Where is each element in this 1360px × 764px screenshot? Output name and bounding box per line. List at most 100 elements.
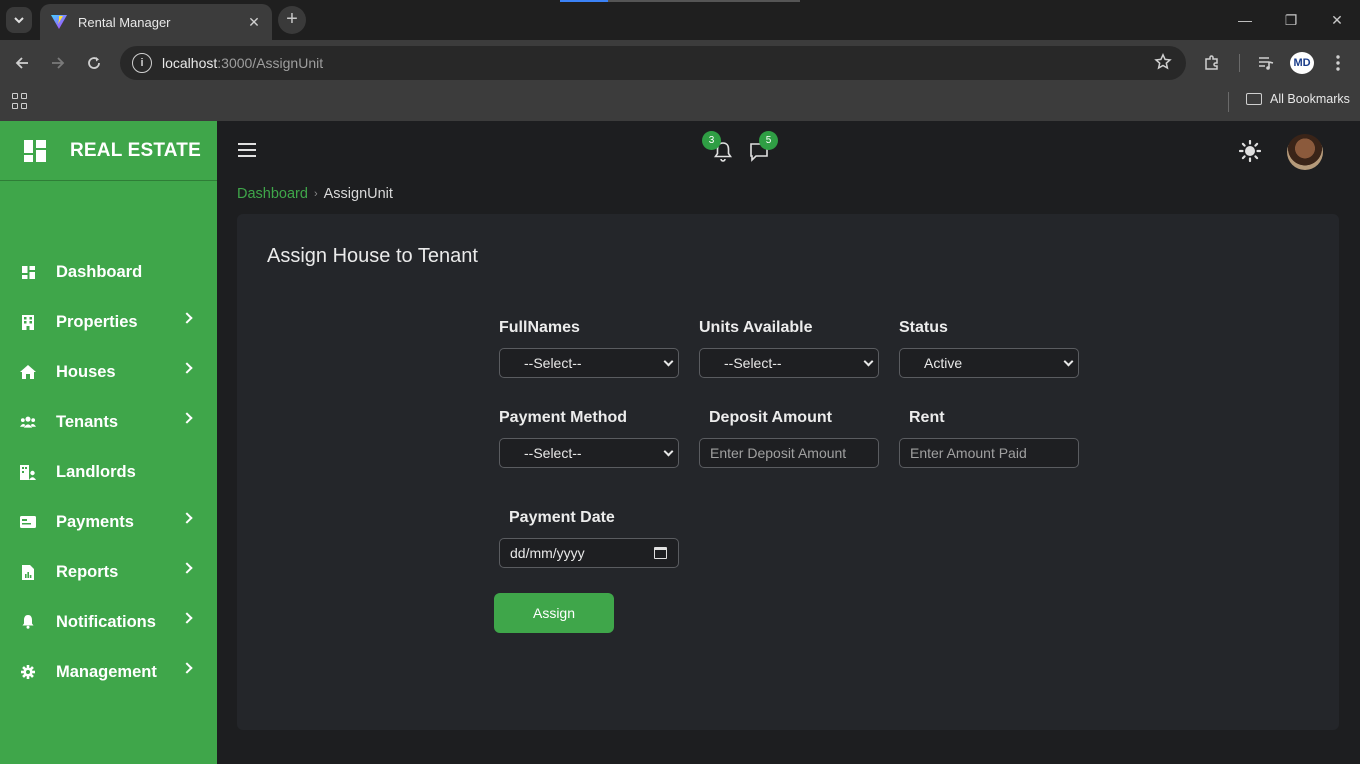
payment-date-input[interactable]: dd/mm/yyyy — [499, 538, 679, 568]
chevron-down-icon — [663, 356, 674, 367]
tab-title: Rental Manager — [78, 14, 171, 30]
message-count-badge: 5 — [759, 131, 778, 150]
site-info-icon[interactable]: i — [132, 53, 152, 73]
sidebar-item-label: Landlords — [56, 462, 136, 481]
bell-icon — [20, 614, 36, 630]
calendar-icon[interactable] — [654, 547, 667, 559]
fullnames-select[interactable]: --Select-- — [499, 348, 679, 378]
sidebar-item-management[interactable]: Management — [0, 647, 217, 697]
report-icon — [20, 564, 36, 580]
sidebar-item-properties[interactable]: Properties — [0, 297, 217, 347]
sidebar-item-label: Notifications — [56, 612, 156, 631]
brand[interactable]: REAL ESTATE — [0, 121, 217, 181]
units-selected-value: --Select-- — [724, 355, 782, 371]
units-available-select[interactable]: --Select-- — [699, 348, 879, 378]
sidebar-item-label: Reports — [56, 562, 119, 581]
home-icon — [20, 364, 36, 380]
notification-count-badge: 3 — [702, 131, 721, 150]
chevron-right-icon — [181, 662, 193, 674]
all-bookmarks-label: All Bookmarks — [1270, 92, 1350, 106]
chevron-down-icon — [1063, 356, 1074, 367]
folder-icon — [1246, 93, 1262, 105]
chevron-right-icon — [181, 362, 193, 374]
new-tab-button[interactable]: + — [278, 6, 306, 34]
sidebar-item-label: Properties — [56, 312, 138, 331]
sidebar-item-reports[interactable]: Reports — [0, 547, 217, 597]
menu-toggle-icon[interactable] — [238, 143, 256, 157]
landlord-icon — [20, 464, 36, 480]
bookmarks-divider — [1228, 92, 1229, 112]
bookmark-star-icon[interactable] — [1154, 53, 1172, 71]
close-window-button[interactable]: ✕ — [1314, 0, 1360, 40]
status-selected-value: Active — [924, 355, 963, 371]
arrow-right-icon — [52, 57, 65, 69]
fullnames-selected-value: --Select-- — [524, 355, 582, 371]
breadcrumb-current: AssignUnit — [323, 186, 393, 202]
payment-date-label: Payment Date — [509, 509, 615, 526]
browser-menu-button[interactable] — [1327, 52, 1349, 74]
media-controls-button[interactable] — [1255, 52, 1277, 74]
playlist-icon — [1259, 57, 1274, 70]
units-available-label: Units Available — [699, 319, 813, 336]
sidebar-item-label: Management — [56, 662, 157, 681]
browser-toolbar: i localhost:3000/AssignUnit — [0, 40, 1360, 86]
sidebar-menu: Dashboard Properties Houses Tenants Land… — [0, 247, 217, 697]
status-label: Status — [899, 319, 948, 336]
chevron-down-icon — [663, 446, 674, 457]
reload-button[interactable] — [82, 51, 106, 75]
apps-grid-icon[interactable] — [12, 93, 28, 109]
user-avatar[interactable] — [1287, 134, 1323, 170]
chevron-right-icon — [181, 412, 193, 424]
theme-toggle-sun-icon[interactable] — [1238, 139, 1262, 163]
users-icon — [20, 414, 36, 430]
chevron-down-icon — [863, 356, 874, 367]
rent-label: Rent — [909, 409, 945, 426]
notifications-button[interactable]: 3 — [702, 131, 735, 163]
sidebar-item-payments[interactable]: Payments — [0, 497, 217, 547]
browser-tabstrip: Rental Manager ✕ + — ❐ ✕ — [0, 0, 1360, 40]
chevron-right-icon — [181, 512, 193, 524]
all-bookmarks-button[interactable]: All Bookmarks — [1246, 92, 1350, 106]
breadcrumb: Dashboard › AssignUnit — [237, 186, 393, 202]
gear-icon — [20, 664, 36, 680]
sidebar-item-label: Dashboard — [56, 262, 143, 281]
assign-button[interactable]: Assign — [494, 593, 614, 633]
status-select[interactable]: Active — [899, 348, 1079, 378]
reload-icon — [88, 57, 100, 69]
restore-button[interactable]: ❐ — [1268, 0, 1314, 40]
payment-method-label: Payment Method — [499, 409, 628, 426]
tab-search-button[interactable] — [6, 7, 32, 33]
sidebar-item-dashboard[interactable]: Dashboard — [0, 247, 217, 297]
building-icon — [20, 314, 36, 330]
brand-name: REAL ESTATE — [70, 139, 201, 161]
sidebar-item-tenants[interactable]: Tenants — [0, 397, 217, 447]
rent-input[interactable] — [899, 438, 1079, 468]
payment-card-icon — [20, 514, 36, 530]
assign-unit-card: Assign House to Tenant — [237, 214, 1339, 730]
chevron-right-icon — [181, 562, 193, 574]
breadcrumb-dashboard-link[interactable]: Dashboard — [237, 186, 308, 202]
sidebar-item-label: Payments — [56, 512, 134, 531]
browser-tab[interactable]: Rental Manager ✕ — [40, 4, 272, 40]
address-bar[interactable]: i localhost:3000/AssignUnit — [120, 46, 1186, 80]
payment-method-select[interactable]: --Select-- — [499, 438, 679, 468]
deposit-amount-input[interactable] — [699, 438, 879, 468]
profile-avatar[interactable]: MD — [1290, 52, 1314, 74]
back-button[interactable] — [10, 51, 34, 75]
dashboard-logo-icon — [24, 139, 46, 162]
bookmarks-bar: All Bookmarks — [0, 86, 1360, 121]
vite-logo-icon — [51, 15, 67, 29]
arrow-left-icon — [15, 57, 28, 69]
sidebar-item-notifications[interactable]: Notifications — [0, 597, 217, 647]
close-tab-icon[interactable]: ✕ — [246, 14, 262, 31]
sidebar-item-houses[interactable]: Houses — [0, 347, 217, 397]
minimize-button[interactable]: — — [1222, 0, 1268, 40]
dashboard-icon — [20, 264, 36, 280]
forward-button[interactable] — [46, 51, 70, 75]
loading-indicator — [560, 0, 800, 2]
extensions-button[interactable] — [1201, 52, 1223, 74]
more-vertical-icon — [1336, 55, 1340, 71]
messages-button[interactable]: 5 — [747, 131, 778, 163]
sidebar-item-landlords[interactable]: Landlords — [0, 447, 217, 497]
payment-date-value: dd/mm/yyyy — [510, 545, 585, 561]
